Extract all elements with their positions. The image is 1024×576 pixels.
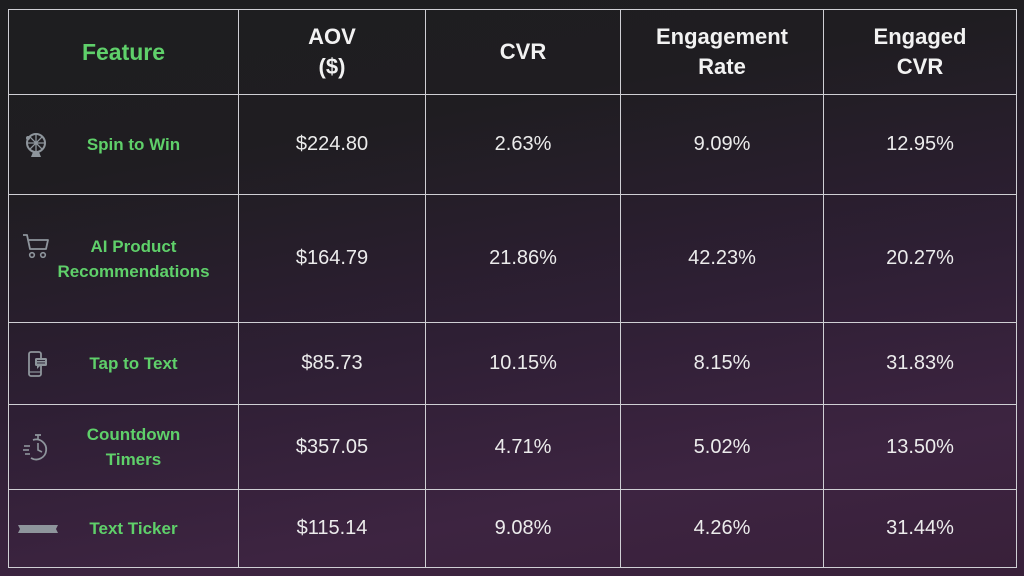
header-feature: Feature [8,9,239,95]
shopping-cart-icon [21,231,51,261]
engaged-cvr-value: 31.44% [823,489,1017,568]
feature-cell: Text Ticker [8,489,239,568]
feature-name: Spin to Win [86,135,181,154]
feature-name: AI Product Recommendations [37,234,209,284]
engagement-rate-value: 42.23% [620,194,824,323]
cvr-value: 21.86% [425,194,621,323]
spin-wheel-icon [21,130,51,160]
table-row: Countdown Timers $357.05 4.71% 5.02% 13.5… [8,404,1017,490]
engagement-rate-value: 8.15% [620,322,824,405]
aov-value: $85.73 [238,322,426,405]
header-cvr-label: CVR [499,39,547,64]
feature-name-line1: Countdown [86,425,181,444]
aov-value: $224.80 [238,94,426,195]
feature-name: Tap to Text [89,354,178,373]
feature-cell: AI Product Recommendations [8,194,239,323]
feature-name-line1: AI Product [90,236,177,256]
phone-message-icon [21,349,51,379]
feature-name: Text Ticker [89,519,178,538]
header-engaged-line2: CVR [896,54,944,79]
header-cvr: CVR [425,9,621,95]
feature-cell: Tap to Text [8,322,239,405]
engaged-cvr-value: 31.83% [823,322,1017,405]
engaged-cvr-value: 20.27% [823,194,1017,323]
aov-value: $115.14 [238,489,426,568]
engaged-cvr-value: 12.95% [823,94,1017,195]
feature-name-line2: Timers [105,450,162,469]
feature-cell: Spin to Win [8,94,239,195]
engagement-rate-value: 9.09% [620,94,824,195]
header-engagement-line2: Rate [698,54,746,79]
header-aov-line2: ($) [318,54,346,79]
cvr-value: 9.08% [425,489,621,568]
engaged-cvr-value: 13.50% [823,404,1017,490]
table-row: Spin to Win $224.80 2.63% 9.09% 12.95% [8,94,1017,195]
header-engaged-cvr: Engaged CVR [823,9,1017,95]
engagement-rate-value: 5.02% [620,404,824,490]
header-engagement-line1: Engagement [655,24,789,49]
table-row: Tap to Text $85.73 10.15% 8.15% 31.83% [8,322,1017,405]
stopwatch-icon [21,432,51,462]
feature-name: Countdown Timers [67,422,180,472]
table-row: AI Product Recommendations $164.79 21.86%… [8,194,1017,323]
header-aov: AOV ($) [238,9,426,95]
cvr-value: 2.63% [425,94,621,195]
header-row: Feature AOV ($) CVR Engagement Rate Engage… [8,9,1017,95]
ribbon-banner-icon [17,514,59,544]
cvr-value: 4.71% [425,404,621,490]
feature-name-line2: Recommendations [57,261,210,281]
engagement-rate-value: 4.26% [620,489,824,568]
feature-metrics-table: Feature AOV ($) CVR Engagement Rate Engage… [8,9,1017,568]
aov-value: $164.79 [238,194,426,323]
header-aov-line1: AOV [308,24,356,49]
header-feature-label: Feature [81,39,166,65]
feature-cell: Countdown Timers [8,404,239,490]
header-engaged-line1: Engaged [873,24,967,49]
header-engagement-rate: Engagement Rate [620,9,824,95]
cvr-value: 10.15% [425,322,621,405]
table-row: Text Ticker $115.14 9.08% 4.26% 31.44% [8,489,1017,568]
aov-value: $357.05 [238,404,426,490]
